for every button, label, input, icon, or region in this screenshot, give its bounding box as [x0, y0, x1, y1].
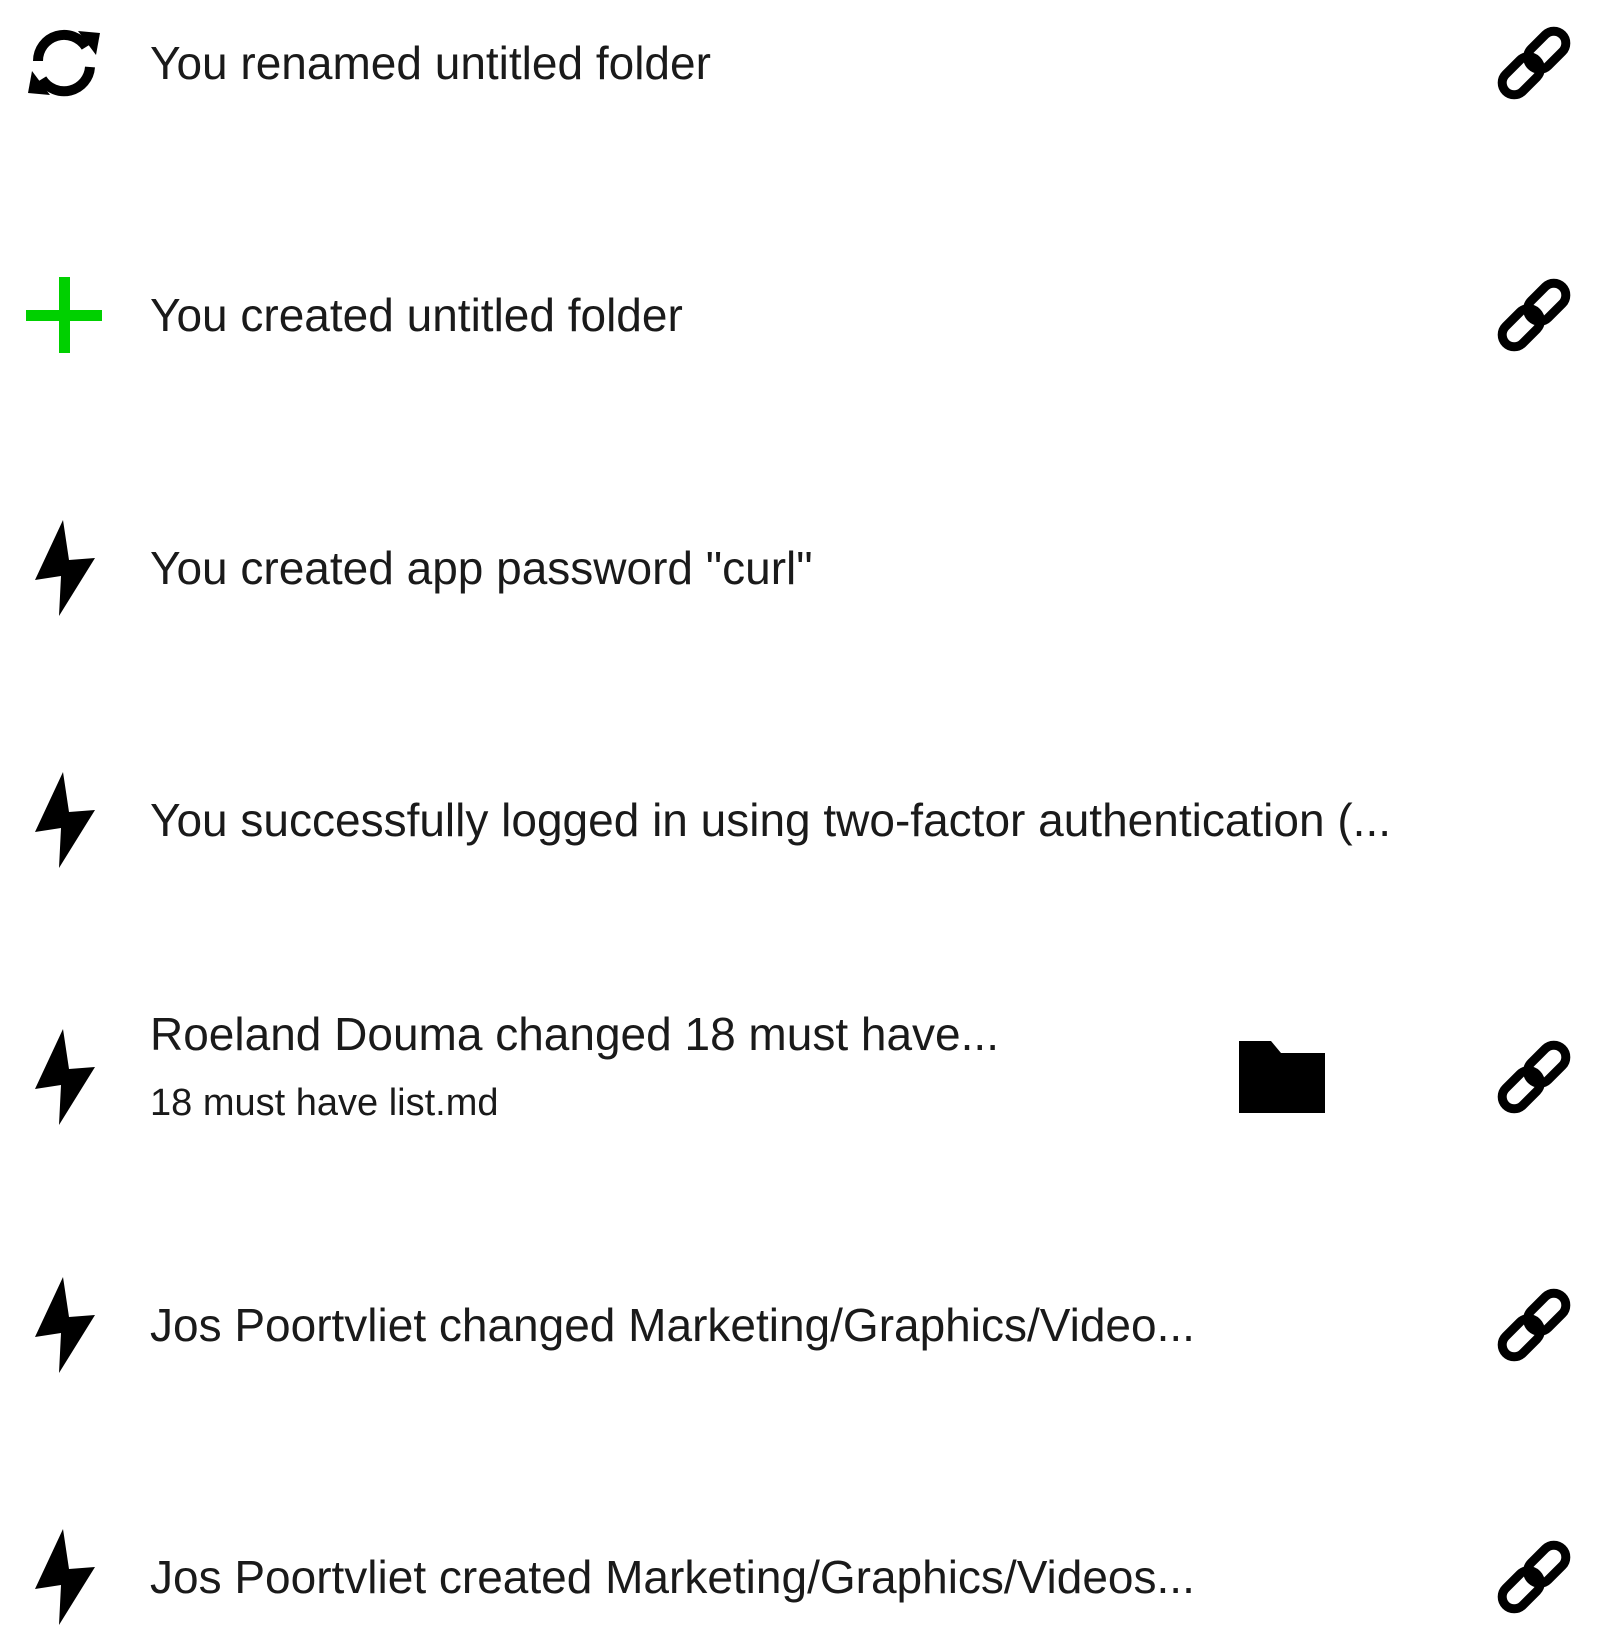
- activity-title: You renamed untitled folder: [150, 37, 711, 89]
- activity-text: You successfully logged in using two-fac…: [150, 792, 1615, 848]
- bolt-icon: [22, 518, 106, 618]
- share-link-icon[interactable]: [1484, 1027, 1584, 1127]
- share-link-icon[interactable]: [1484, 1275, 1584, 1375]
- activity-title: Jos Poortvliet changed Marketing/Graphic…: [150, 1299, 1195, 1351]
- share-link-icon[interactable]: [1484, 1527, 1584, 1627]
- share-link-icon[interactable]: [1484, 265, 1584, 365]
- folder-icon[interactable]: [1232, 1032, 1332, 1122]
- activity-text: You created untitled folder: [150, 287, 1420, 343]
- activity-row[interactable]: Jos Poortvliet changed Marketing/Graphic…: [0, 1275, 1615, 1425]
- bolt-icon: [22, 1275, 106, 1375]
- plus-icon: [22, 265, 106, 365]
- activity-title: Roeland Douma changed 18 must have...: [150, 1008, 999, 1060]
- activity-row[interactable]: You renamed untitled folder: [0, 13, 1615, 163]
- activity-text: Jos Poortvliet changed Marketing/Graphic…: [150, 1297, 1420, 1353]
- activity-title: You created untitled folder: [150, 289, 683, 341]
- activity-title: You created app password "curl": [150, 542, 813, 594]
- activity-text: Roeland Douma changed 18 must have... 18…: [150, 1006, 1150, 1126]
- activity-row[interactable]: You successfully logged in using two-fac…: [0, 770, 1615, 920]
- activity-subtitle: 18 must have list.md: [150, 1082, 499, 1124]
- share-link-icon[interactable]: [1484, 13, 1584, 113]
- activity-text: You renamed untitled folder: [150, 35, 1420, 91]
- activity-text: You created app password "curl": [150, 540, 1420, 596]
- activity-text: Jos Poortvliet created Marketing/Graphic…: [150, 1549, 1420, 1605]
- bolt-icon: [22, 1027, 106, 1127]
- bolt-icon: [22, 770, 106, 870]
- bolt-icon: [22, 1527, 106, 1627]
- activity-title: You successfully logged in using two-fac…: [150, 794, 1392, 846]
- activity-row[interactable]: Jos Poortvliet created Marketing/Graphic…: [0, 1527, 1615, 1628]
- activity-list: You renamed untitled folder You created …: [0, 0, 1615, 1628]
- activity-row[interactable]: Roeland Douma changed 18 must have... 18…: [0, 1008, 1615, 1182]
- activity-row[interactable]: You created app password "curl": [0, 518, 1615, 668]
- sync-icon: [22, 13, 106, 113]
- activity-row[interactable]: You created untitled folder: [0, 265, 1615, 415]
- activity-title: Jos Poortvliet created Marketing/Graphic…: [150, 1551, 1195, 1603]
